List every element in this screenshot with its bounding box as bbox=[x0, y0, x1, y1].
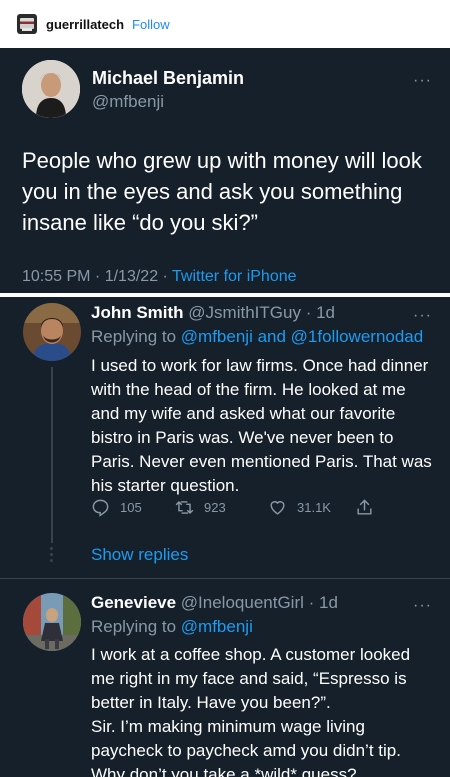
like-count: 31.1K bbox=[297, 500, 331, 515]
follow-button[interactable]: Follow bbox=[132, 17, 170, 32]
more-options-icon[interactable]: ··· bbox=[413, 598, 432, 614]
replying-to-prefix: Replying to bbox=[91, 327, 181, 346]
reply-time: · 1d bbox=[300, 303, 335, 322]
reply-time: · 1d bbox=[303, 593, 338, 612]
replying-to-mentions[interactable]: @mfbenji and @1followernodad bbox=[181, 327, 423, 346]
more-options-icon[interactable]: ··· bbox=[413, 73, 432, 89]
tweet-text: People who grew up with money will look … bbox=[22, 148, 422, 235]
tweet-source-link[interactable]: Twitter for iPhone bbox=[172, 268, 297, 285]
replying-to-prefix: Replying to bbox=[91, 617, 181, 636]
heart-icon bbox=[270, 501, 285, 515]
reply-author-handle[interactable]: @IneloquentGirl bbox=[181, 593, 304, 612]
replying-to: Replying to @mfbenji and @1followernodad bbox=[91, 327, 423, 347]
reply-header: John Smith @JsmithITGuy · 1d bbox=[91, 303, 335, 323]
reply-avatar[interactable] bbox=[23, 593, 81, 651]
reply-action[interactable]: 105 bbox=[91, 498, 142, 517]
share-action[interactable] bbox=[355, 498, 384, 517]
tweet-metadata: 10:55 PM · 1/13/22 · Twitter for iPhone bbox=[22, 268, 297, 286]
reply-text-paragraph: Sir. I’m making minimum wage living payc… bbox=[91, 717, 401, 777]
tumblr-header: guerrillatech Follow bbox=[0, 0, 450, 48]
reply-text: I used to work for law firms. Once had d… bbox=[91, 356, 432, 495]
blog-name[interactable]: guerrillatech bbox=[46, 17, 124, 32]
tweet-timestamp: 10:55 PM · 1/13/22 · bbox=[22, 268, 173, 285]
author-handle[interactable]: @mfbenji bbox=[92, 92, 164, 112]
divider bbox=[0, 578, 450, 579]
reply-author-name[interactable]: Genevieve bbox=[91, 593, 176, 612]
replying-to: Replying to @mfbenji bbox=[91, 617, 253, 637]
reply-text: I work at a coffee shop. A customer look… bbox=[91, 643, 436, 777]
like-action[interactable]: 31.1K bbox=[268, 498, 331, 517]
share-icon bbox=[357, 499, 372, 515]
reply-text-paragraph: I work at a coffee shop. A customer look… bbox=[91, 645, 411, 712]
show-replies-link[interactable]: Show replies bbox=[91, 545, 188, 565]
reply-header: Genevieve @IneloquentGirl · 1d bbox=[91, 593, 338, 613]
more-options-icon[interactable]: ··· bbox=[413, 308, 432, 324]
reply-author-name[interactable]: John Smith bbox=[91, 303, 184, 322]
author-name[interactable]: Michael Benjamin bbox=[92, 68, 244, 89]
reply-icon bbox=[92, 499, 109, 517]
thread-dots bbox=[50, 547, 54, 565]
retweet-count: 923 bbox=[204, 500, 226, 515]
thread-line bbox=[51, 367, 53, 543]
main-tweet: Michael Benjamin @mfbenji ··· People who… bbox=[0, 48, 450, 293]
retweet-icon bbox=[175, 501, 194, 514]
reply-count: 105 bbox=[120, 500, 142, 515]
author-avatar[interactable] bbox=[22, 60, 80, 118]
replying-to-mentions[interactable]: @mfbenji bbox=[181, 617, 253, 636]
reply-author-handle[interactable]: @JsmithITGuy bbox=[188, 303, 301, 322]
blog-avatar[interactable] bbox=[17, 14, 37, 34]
replies-panel: John Smith @JsmithITGuy · 1d ··· Replyin… bbox=[0, 297, 450, 777]
reply-avatar[interactable] bbox=[23, 303, 81, 361]
reply-actions: 105 923 31.1K bbox=[91, 498, 391, 518]
retweet-action[interactable]: 923 bbox=[175, 498, 226, 517]
